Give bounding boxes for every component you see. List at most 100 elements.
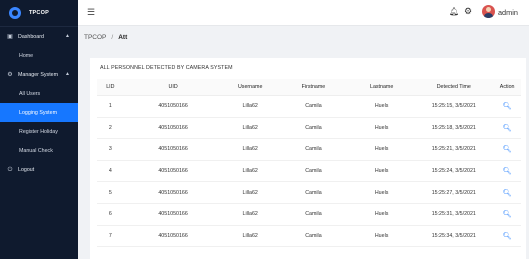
cell-action: 🔍︎ [493, 232, 521, 240]
column-header-firstname: Firstname [301, 84, 326, 90]
sidebar-item-label: Home [19, 52, 34, 59]
cell-lid: 6 [108, 211, 112, 218]
search-icon[interactable]: 🔍︎ [503, 210, 512, 218]
gear-icon: ⚙ [7, 71, 13, 78]
breadcrumb-separator: / [111, 34, 114, 41]
sidebar-item-label: Logging System [19, 109, 57, 116]
card-title: ALL PERSONNEL DETECTED BY CAMERA SYSTEM [100, 65, 233, 71]
cell-detected-time: 15:25:21, 3/5/2021 [431, 146, 476, 153]
cell-lastname: Huels [374, 103, 389, 110]
content-card: ALL PERSONNEL DETECTED BY CAMERA SYSTEM … [90, 58, 526, 259]
settings-icon[interactable]: ⚙ [464, 6, 472, 17]
cell-username: Lilla62 [242, 124, 258, 131]
sidebar-item-logging-system[interactable]: Logging System [0, 103, 78, 122]
cell-firstname: Camila [305, 124, 322, 131]
sidebar-item-all-users[interactable]: All Users [0, 84, 78, 103]
cell-detected-time: 15:25:34, 3/5/2021 [431, 232, 476, 239]
cell-lastname: Huels [374, 189, 389, 196]
top-header: ☰ 🔔︎ ⚙ admin [78, 0, 529, 26]
chevron-up-icon: ▲ [65, 33, 70, 39]
sidebar-item-manual-check[interactable]: Manual Check [0, 141, 78, 160]
cell-detected-time: 15:25:24, 3/5/2021 [431, 168, 476, 175]
cell-username: Lilla62 [242, 211, 258, 218]
cell-detected-time: 15:25:18, 3/5/2021 [431, 124, 476, 131]
search-icon[interactable]: 🔍︎ [503, 232, 512, 240]
table-row: 6 4051050166 Lilla62 Camila Huels 15:25:31, 3… [97, 204, 521, 226]
cell-username: Lilla62 [242, 168, 258, 175]
breadcrumb-current: Att [118, 34, 128, 41]
cell-action: 🔍︎ [493, 124, 521, 132]
table-body: 1 4051050166 Lilla62 Camila Huels 15:25:15, 3… [97, 96, 521, 248]
sidebar-item-label: Register Holiday [19, 128, 58, 135]
column-header-uid: UID [168, 84, 178, 90]
sidebar-group-dashboard[interactable]: ▣ Dashboard ▲ [0, 27, 78, 46]
user-name[interactable]: admin [498, 8, 518, 17]
cell-firstname: Camila [305, 103, 322, 110]
sidebar-item-logout[interactable]: ⏻ Logout [0, 160, 78, 179]
search-icon[interactable]: 🔍︎ [503, 102, 512, 110]
breadcrumb-root[interactable]: TPCOP [84, 34, 106, 41]
cell-username: Lilla62 [242, 232, 258, 239]
column-header-action: Action [499, 84, 515, 90]
cell-firstname: Camila [305, 168, 322, 175]
cell-action: 🔍︎ [493, 145, 521, 153]
chevron-up-icon: ▲ [65, 71, 70, 77]
search-icon[interactable]: 🔍︎ [503, 167, 512, 175]
table-row: 1 4051050166 Lilla62 Camila Huels 15:25:15, 3… [97, 96, 521, 118]
cell-detected-time: 15:25:27, 3/5/2021 [431, 189, 476, 196]
cell-action: 🔍︎ [493, 189, 521, 197]
cell-uid: 4051050166 [158, 146, 188, 153]
table-row: 5 4051050166 Lilla62 Camila Huels 15:25:27, 3… [97, 182, 521, 204]
power-icon: ⏻ [7, 166, 13, 173]
cell-username: Lilla62 [242, 146, 258, 153]
cell-lid: 5 [108, 189, 112, 196]
sidebar: TPCOP ▣ Dashboard ▲ Home ⚙ Manager Syste… [0, 0, 78, 259]
brand[interactable]: TPCOP [0, 0, 78, 26]
cell-lid: 4 [108, 168, 112, 175]
sidebar-item-home[interactable]: Home [0, 46, 78, 65]
cell-uid: 4051050166 [158, 211, 188, 218]
sidebar-group-label: Manager System [18, 71, 59, 78]
sidebar-item-label: All Users [19, 90, 41, 97]
search-icon[interactable]: 🔍︎ [503, 124, 512, 132]
cell-lastname: Huels [374, 232, 389, 239]
cell-lid: 2 [108, 124, 112, 131]
column-header-detected-time: Detected Time [436, 84, 471, 90]
cell-username: Lilla62 [242, 103, 258, 110]
table-row: 4 4051050166 Lilla62 Camila Huels 15:25:24, 3… [97, 161, 521, 183]
logo-icon [9, 7, 21, 19]
table-header: LID UID Username Firstname Lastname Dete… [97, 79, 521, 96]
avatar[interactable] [482, 5, 495, 18]
menu-icon[interactable]: ☰ [87, 7, 95, 17]
cell-lastname: Huels [374, 124, 389, 131]
cell-firstname: Camila [305, 146, 322, 153]
cell-firstname: Camila [305, 211, 322, 218]
sidebar-item-register-holiday[interactable]: Register Holiday [0, 122, 78, 141]
cell-detected-time: 15:25:15, 3/5/2021 [431, 103, 476, 110]
cell-firstname: Camila [305, 189, 322, 196]
sidebar-item-label: Logout [18, 166, 35, 173]
sidebar-group-manager-system[interactable]: ⚙ Manager System ▲ [0, 65, 78, 84]
cell-detected-time: 15:25:31, 3/5/2021 [431, 211, 476, 218]
table-row: 7 4051050166 Lilla62 Camila Huels 15:25:34, 3… [97, 226, 521, 248]
column-header-lid: LID [106, 84, 115, 90]
cell-lid: 7 [108, 232, 112, 239]
brand-name: TPCOP [29, 10, 49, 16]
cell-username: Lilla62 [242, 189, 258, 196]
search-icon[interactable]: 🔍︎ [503, 189, 512, 197]
cell-firstname: Camila [305, 232, 322, 239]
search-icon[interactable]: 🔍︎ [503, 145, 512, 153]
cell-lastname: Huels [374, 168, 389, 175]
sidebar-item-label: Manual Check [19, 147, 53, 154]
bell-icon[interactable]: 🔔︎ [449, 7, 459, 16]
cell-lastname: Huels [374, 146, 389, 153]
dashboard-icon: ▣ [7, 33, 13, 40]
cell-uid: 4051050166 [158, 232, 188, 239]
cell-action: 🔍︎ [493, 167, 521, 175]
column-header-username: Username [237, 84, 263, 90]
cell-uid: 4051050166 [158, 189, 188, 196]
column-header-lastname: Lastname [370, 84, 394, 90]
cell-action: 🔍︎ [493, 210, 521, 218]
sidebar-group-label: Dashboard [18, 33, 44, 40]
cell-lid: 1 [108, 103, 112, 110]
